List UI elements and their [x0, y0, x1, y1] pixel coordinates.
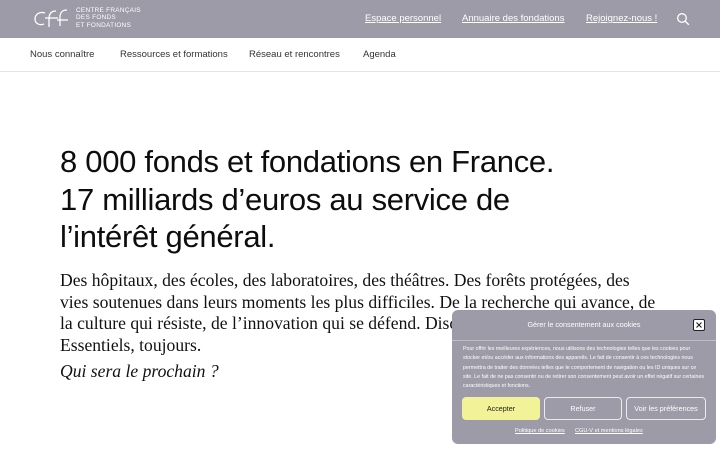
nav-item-ressources-formations[interactable]: Ressources et formations: [120, 49, 228, 60]
preferences-button[interactable]: Voir les préférences: [626, 397, 706, 420]
search-icon[interactable]: [676, 12, 690, 26]
cookie-divider: [452, 340, 716, 341]
rejoignez-nous-link[interactable]: Rejoignez-nous !: [586, 13, 657, 24]
nav-item-reseau-rencontres[interactable]: Réseau et rencontres: [249, 49, 340, 60]
close-icon[interactable]: [693, 319, 705, 331]
espace-personnel-link[interactable]: Espace personnel: [365, 13, 441, 24]
top-links: Espace personnel Annuaire des fondations…: [0, 13, 720, 27]
nav-item-nous-connaitre[interactable]: Nous connaître: [30, 49, 94, 60]
headline-line: 8 000 fonds et fondations en France.: [60, 144, 555, 179]
cookie-banner-body: Pour offrir les meilleures expériences, …: [463, 346, 705, 390]
cookie-consent-banner: Gérer le consentement aux cookies Pour o…: [452, 310, 716, 444]
cookie-banner-title: Gérer le consentement aux cookies: [527, 320, 641, 329]
hero-tagline: Qui sera le prochain ?: [60, 361, 219, 381]
hero-headline: 8 000 fonds et fondations en France. 17 …: [60, 143, 680, 256]
main-nav: Nous connaître Ressources et formations …: [0, 38, 720, 72]
headline-line: l’intérêt général.: [60, 219, 276, 254]
accept-button[interactable]: Accepter: [462, 397, 540, 420]
top-bar: CENTRE FRANÇAIS DES FONDS ET FONDATIONS …: [0, 0, 720, 38]
headline-line: 17 milliards d’euros au service de: [60, 181, 510, 217]
cgu-link[interactable]: CGU-V et mentions légales: [575, 428, 643, 434]
refuse-button[interactable]: Refuser: [544, 397, 622, 420]
annuaire-fondations-link[interactable]: Annuaire des fondations: [462, 13, 564, 24]
cookie-policy-link[interactable]: Politique de cookies: [515, 428, 565, 434]
nav-item-agenda[interactable]: Agenda: [363, 49, 396, 60]
